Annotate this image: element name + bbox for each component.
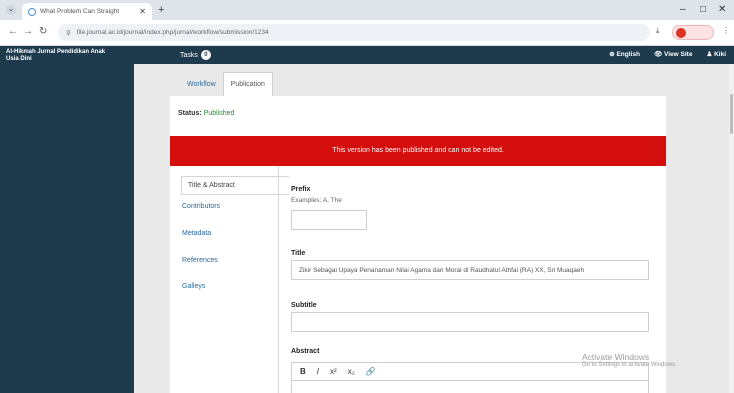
browser-tab-bar: ⌄ What Problem Can Straight ✕ + – □ ✕ [0, 0, 734, 20]
reload-icon[interactable]: ↻ [39, 26, 47, 37]
side-tab-title-abstract[interactable]: Title & Abstract [181, 176, 289, 195]
side-tab-contributors[interactable]: Contributors [182, 203, 220, 210]
watermark-subtitle: Go to Settings to activate Windows. [582, 362, 677, 368]
prefix-hint: Examples: A, The [291, 197, 342, 204]
download-icon[interactable]: ⤓ [656, 26, 660, 36]
publication-panel: Status: Published This version has been … [170, 96, 666, 393]
title-field[interactable]: Zikir Sebagai Upaya Penanaman Nilai Agam… [291, 260, 649, 280]
url-field[interactable]: ⚲ file.journal.ac.id/journal/index.php/j… [58, 24, 650, 41]
bold-button[interactable]: B [300, 367, 306, 376]
scroll-thumb[interactable] [730, 94, 733, 134]
close-window-icon[interactable]: ✕ [718, 4, 726, 15]
subtitle-field[interactable] [291, 312, 649, 332]
url-text: file.journal.ac.id/journal/index.php/jur… [76, 29, 269, 36]
prefix-field[interactable] [291, 210, 367, 230]
back-icon[interactable]: ← [8, 26, 18, 37]
view-site-link[interactable]: 👁 View Site [654, 50, 692, 58]
italic-button[interactable]: I [317, 367, 319, 376]
language-menu[interactable]: ⊕ English [609, 50, 640, 58]
tab-publication[interactable]: Publication [222, 72, 273, 96]
minimize-icon[interactable]: – [680, 4, 686, 15]
activate-windows-watermark: Activate Windows Go to Settings to activ… [582, 352, 677, 368]
app-header: Al-Hikmah Jurnal Pendidikan Anak Usia Di… [0, 46, 734, 64]
subscript-button[interactable]: x₂ [348, 367, 355, 376]
browser-tab[interactable]: What Problem Can Straight ✕ [22, 3, 152, 20]
subtitle-label: Subtitle [291, 302, 317, 309]
status-value: Published [203, 110, 235, 117]
tab-workflow[interactable]: Workflow [180, 72, 223, 96]
browser-tab-title: What Problem Can Straight [40, 8, 120, 15]
title-label: Title [291, 250, 306, 257]
published-banner: This version has been published and can … [170, 136, 666, 166]
link-icon[interactable]: 🔗 [366, 367, 376, 376]
tab-search-icon[interactable]: ⌄ [6, 5, 16, 15]
eye-icon: 👁 [653, 51, 665, 58]
tasks-button[interactable]: Tasks 0 [180, 50, 211, 60]
tasks-label: Tasks [180, 51, 198, 59]
prefix-label: Prefix [291, 186, 311, 193]
abstract-editor[interactable] [291, 380, 649, 393]
avatar [676, 27, 686, 38]
status-line: Status: Published [178, 110, 234, 117]
side-tab-references[interactable]: References [182, 257, 218, 264]
side-tab-metadata[interactable]: Metadata [182, 230, 211, 237]
close-tab-icon[interactable]: ✕ [139, 7, 146, 16]
site-info-icon[interactable]: ⚲ [66, 29, 71, 37]
site-name[interactable]: Al-Hikmah Jurnal Pendidikan Anak Usia Di… [6, 49, 106, 63]
menu-icon[interactable]: ⋮ [722, 26, 730, 35]
watermark-title: Activate Windows [582, 352, 650, 362]
profile-button[interactable] [672, 25, 714, 40]
tasks-count-badge: 0 [200, 50, 211, 60]
side-tabs: Title & Abstract Contributors Metadata R… [170, 166, 289, 393]
user-menu[interactable]: ♟ Kiki [706, 50, 726, 58]
forward-icon[interactable]: → [23, 26, 33, 37]
status-label: Status: [178, 110, 202, 117]
page-scrollbar[interactable] [729, 64, 734, 393]
favicon-icon [28, 7, 36, 16]
maximize-icon[interactable]: □ [700, 4, 706, 15]
left-sidebar [0, 64, 134, 393]
address-bar-row: ← → ↻ ⚲ file.journal.ac.id/journal/index… [0, 20, 734, 46]
abstract-label: Abstract [291, 348, 320, 355]
side-tab-galleys[interactable]: Galleys [182, 283, 205, 290]
user-icon: ♟ [706, 51, 715, 58]
new-tab-icon[interactable]: + [158, 4, 164, 16]
workflow-tabs: Workflow Publication [180, 72, 273, 96]
superscript-button[interactable]: x² [330, 367, 337, 376]
